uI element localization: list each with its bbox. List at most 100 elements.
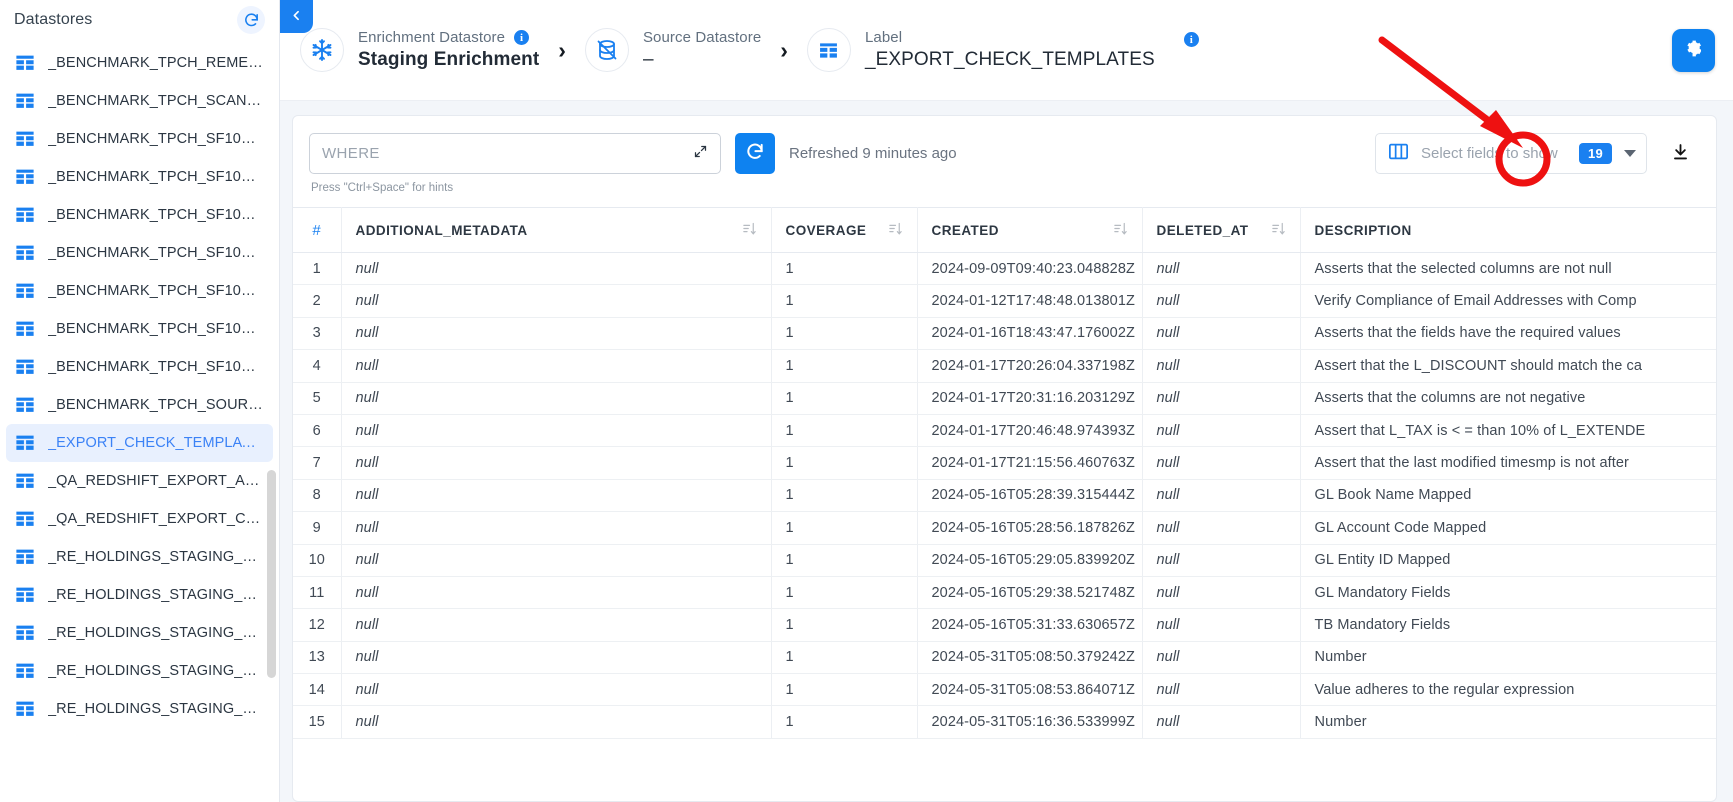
datastore-list-item[interactable]: _BENCHMARK_TPCH_SF10_… bbox=[6, 348, 273, 386]
table-row[interactable]: 7 null 1 2024-01-17T21:15:56.460763Z null Ass… bbox=[293, 446, 1716, 480]
select-fields-dropdown[interactable]: Select fields to show 19 bbox=[1375, 133, 1647, 174]
sidebar-refresh-button[interactable] bbox=[237, 6, 265, 34]
sort-icon[interactable] bbox=[1271, 221, 1286, 239]
datastore-list-item[interactable]: _RE_HOLDINGS_STAGING_… bbox=[6, 690, 273, 728]
datastore-list-item[interactable]: _BENCHMARK_TPCH_SCAN… bbox=[6, 82, 273, 120]
table-icon bbox=[14, 432, 36, 454]
info-icon[interactable]: i bbox=[1183, 32, 1199, 47]
datastore-list-item[interactable]: _BENCHMARK_TPCH_SF10_… bbox=[6, 158, 273, 196]
datastore-item-label: _BENCHMARK_TPCH_SF10_… bbox=[48, 359, 263, 375]
cell-created: 2024-01-17T20:31:16.203129Z bbox=[917, 382, 1143, 415]
table-icon bbox=[14, 508, 36, 530]
cell-desc: GL Entity ID Mapped bbox=[1300, 544, 1716, 577]
where-input-box[interactable]: WHERE bbox=[309, 133, 721, 174]
table-row[interactable]: 3 null 1 2024-01-16T18:43:47.176002Z null Ass… bbox=[293, 317, 1716, 351]
download-button[interactable] bbox=[1660, 133, 1700, 174]
refresh-table-button[interactable] bbox=[735, 133, 775, 174]
column-header-label: ADDITIONAL_METADATA bbox=[355, 222, 528, 238]
where-input[interactable]: WHERE bbox=[322, 145, 693, 162]
table-row[interactable]: 13 null 1 2024-05-31T05:08:50.379242Z null Nu… bbox=[293, 641, 1716, 675]
table-row[interactable]: 9 null 1 2024-05-16T05:28:56.187826Z null GL … bbox=[293, 511, 1716, 545]
table-row[interactable]: 14 null 1 2024-05-31T05:08:53.864071Z null Va… bbox=[293, 673, 1716, 707]
cell-desc: Number bbox=[1300, 705, 1716, 739]
table-row[interactable]: 12 null 1 2024-05-16T05:31:33.630657Z null TB… bbox=[293, 608, 1716, 642]
column-header-cov[interactable]: COVERAGE bbox=[771, 207, 918, 253]
snowflake-icon bbox=[300, 28, 344, 72]
table-row[interactable]: 11 null 1 2024-05-16T05:29:38.521748Z null GL… bbox=[293, 576, 1716, 610]
content-area: WHERE Press "Ctrl+Space" for hints Refre… bbox=[280, 101, 1733, 802]
breadcrumb-kind-row: Enrichment Datastore i bbox=[358, 29, 539, 46]
datastore-list-item[interactable]: _BENCHMARK_TPCH_REME… bbox=[6, 44, 273, 82]
datastore-list-item[interactable]: _RE_HOLDINGS_STAGING_… bbox=[6, 538, 273, 576]
datastore-item-label: _BENCHMARK_TPCH_SF10_… bbox=[48, 321, 263, 337]
sidebar-title: Datastores bbox=[14, 11, 93, 28]
column-header-desc[interactable]: DESCRIPTION bbox=[1300, 207, 1716, 253]
download-icon bbox=[1671, 143, 1690, 165]
table-icon bbox=[14, 166, 36, 188]
column-header-label: DESCRIPTION bbox=[1314, 222, 1412, 238]
column-header-meta[interactable]: ADDITIONAL_METADATA bbox=[341, 207, 772, 253]
table-icon bbox=[14, 242, 36, 264]
datastore-list-item[interactable]: _BENCHMARK_TPCH_SF10_… bbox=[6, 120, 273, 158]
expand-icon[interactable] bbox=[693, 144, 708, 164]
cell-desc: Assert that L_TAX is < = than 10% of L_E… bbox=[1300, 414, 1716, 448]
table-row[interactable]: 5 null 1 2024-01-17T20:31:16.203129Z null Ass… bbox=[293, 382, 1716, 415]
table-row[interactable]: 1 null 1 2024-09-09T09:40:23.048828Z null Ass… bbox=[293, 252, 1716, 286]
cell-meta: null bbox=[341, 414, 772, 448]
breadcrumb-item-source-datastore[interactable]: Source Datastore – bbox=[584, 28, 761, 72]
datastore-list[interactable]: _BENCHMARK_TPCH_REME… _BENCHMARK_TPCH_SCA… bbox=[0, 44, 279, 802]
cell-del: null bbox=[1142, 284, 1301, 318]
datastore-list-item[interactable]: _BENCHMARK_TPCH_SF10_… bbox=[6, 196, 273, 234]
sort-icon[interactable] bbox=[742, 221, 757, 239]
cell-meta: null bbox=[341, 576, 772, 610]
table-row[interactable]: 8 null 1 2024-05-16T05:28:39.315444Z null GL … bbox=[293, 479, 1716, 513]
breadcrumb-item-label[interactable]: Label _EXPORT_CHECK_TEMPLATES i bbox=[806, 28, 1199, 72]
datastore-list-item[interactable]: _BENCHMARK_TPCH_SF10_… bbox=[6, 272, 273, 310]
datastore-list-item[interactable]: _BENCHMARK_TPCH_SF10_… bbox=[6, 310, 273, 348]
table-icon bbox=[14, 470, 36, 492]
cell-idx: 14 bbox=[293, 673, 342, 707]
table-row[interactable]: 15 null 1 2024-05-31T05:16:36.533999Z null Nu… bbox=[293, 705, 1716, 739]
table-icon bbox=[14, 660, 36, 682]
chevron-down-icon[interactable] bbox=[1624, 150, 1636, 157]
sort-icon[interactable] bbox=[1113, 221, 1128, 239]
table-row[interactable]: 10 null 1 2024-05-16T05:29:05.839920Z null GL… bbox=[293, 544, 1716, 577]
info-icon[interactable]: i bbox=[514, 30, 530, 45]
collapse-sidebar-button[interactable] bbox=[280, 0, 313, 33]
table-header-row: # ADDITIONAL_METADATA COVERAGE CREATED DELET… bbox=[293, 207, 1716, 253]
table-body: 1 null 1 2024-09-09T09:40:23.048828Z null Ass… bbox=[293, 252, 1716, 739]
datastore-list-item[interactable]: _EXPORT_CHECK_TEMPLAT… bbox=[6, 424, 273, 462]
datastore-list-item[interactable]: _QA_REDSHIFT_EXPORT_A… bbox=[6, 462, 273, 500]
sidebar-scrollbar[interactable] bbox=[267, 470, 276, 678]
table-row[interactable]: 2 null 1 2024-01-12T17:48:48.013801Z null Ver… bbox=[293, 284, 1716, 318]
datastore-list-item[interactable]: _BENCHMARK_TPCH_SOUR… bbox=[6, 386, 273, 424]
datastore-list-item[interactable]: _RE_HOLDINGS_STAGING_… bbox=[6, 652, 273, 690]
cell-created: 2024-05-16T05:29:38.521748Z bbox=[917, 576, 1143, 610]
cell-meta: null bbox=[341, 446, 772, 480]
cell-cov: 1 bbox=[771, 673, 918, 707]
column-header-created[interactable]: CREATED bbox=[917, 207, 1143, 253]
table-icon bbox=[14, 584, 36, 606]
cell-meta: null bbox=[341, 544, 772, 577]
cell-desc: TB Mandatory Fields bbox=[1300, 608, 1716, 642]
table-scroll-container[interactable]: # ADDITIONAL_METADATA COVERAGE CREATED DELET… bbox=[293, 207, 1716, 801]
cell-created: 2024-01-17T21:15:56.460763Z bbox=[917, 446, 1143, 480]
cell-idx: 5 bbox=[293, 382, 342, 415]
table-toolbar: WHERE Press "Ctrl+Space" for hints Refre… bbox=[293, 116, 1716, 207]
table-row[interactable]: 4 null 1 2024-01-17T20:26:04.337198Z null Ass… bbox=[293, 349, 1716, 383]
cell-idx: 2 bbox=[293, 284, 342, 318]
breadcrumb-item-enrichment-datastore[interactable]: Enrichment Datastore i Staging Enrichmen… bbox=[300, 28, 539, 72]
datastore-list-item[interactable]: _RE_HOLDINGS_STAGING_… bbox=[6, 614, 273, 652]
datastore-list-item[interactable]: _BENCHMARK_TPCH_SF10_… bbox=[6, 234, 273, 272]
table-icon bbox=[14, 52, 36, 74]
datastore-list-item[interactable]: _RE_HOLDINGS_STAGING_… bbox=[6, 576, 273, 614]
column-header-del[interactable]: DELETED_AT bbox=[1142, 207, 1301, 253]
cell-created: 2024-05-16T05:28:56.187826Z bbox=[917, 511, 1143, 545]
sort-icon[interactable] bbox=[888, 221, 903, 239]
column-header-idx[interactable]: # bbox=[293, 207, 342, 253]
table-row[interactable]: 6 null 1 2024-01-17T20:46:48.974393Z null Ass… bbox=[293, 414, 1716, 448]
cell-cov: 1 bbox=[771, 608, 918, 642]
datastore-list-item[interactable]: _QA_REDSHIFT_EXPORT_C… bbox=[6, 500, 273, 538]
settings-button[interactable] bbox=[1672, 28, 1715, 72]
toolbar-right-group: Select fields to show 19 bbox=[1375, 133, 1700, 174]
